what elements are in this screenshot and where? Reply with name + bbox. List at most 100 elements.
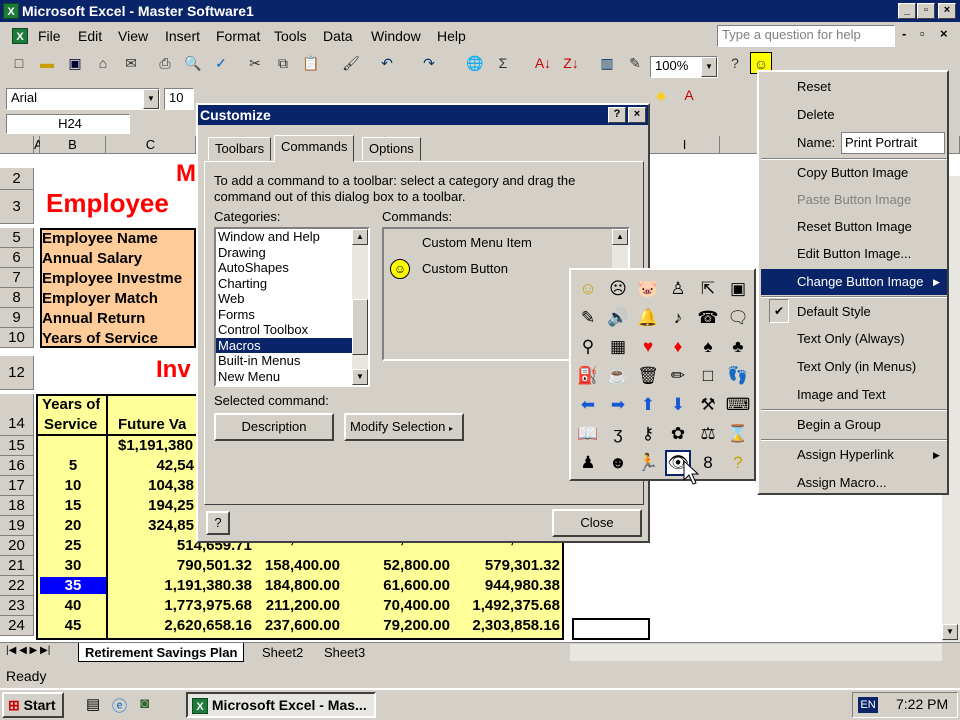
fire-hose-icon[interactable]: ⛽	[575, 363, 601, 389]
dialog-close-icon[interactable]: ×	[628, 107, 646, 123]
save-arrow-icon[interactable]: ▣	[725, 276, 751, 302]
tab-sheet2[interactable]: Sheet2	[262, 645, 303, 660]
col-header-b[interactable]: B	[40, 136, 106, 154]
year-cell[interactable]: 15	[40, 497, 106, 514]
chevron-down-icon[interactable]: ▼	[701, 57, 717, 77]
size-select[interactable]: 10	[164, 88, 194, 110]
menu-help[interactable]: Help	[437, 28, 466, 44]
club-icon[interactable]: ♣	[725, 334, 751, 360]
hourglass-icon[interactable]: ⌛	[725, 421, 751, 447]
future-cell[interactable]: 104,38	[108, 477, 194, 494]
row-header[interactable]: 12	[0, 356, 34, 390]
category-item[interactable]: Web	[216, 291, 368, 307]
new-icon[interactable]: □	[8, 52, 30, 74]
maximize-button[interactable]: ▫	[917, 3, 935, 19]
category-item[interactable]: New Menu	[216, 369, 368, 385]
row-header[interactable]: 14	[0, 394, 34, 436]
row-header[interactable]: 3	[0, 190, 34, 224]
row-header[interactable]: 10	[0, 328, 34, 348]
row-header[interactable]: 2	[0, 168, 34, 190]
menu-insert[interactable]: Insert	[165, 28, 200, 44]
undo-icon[interactable]: ↶	[376, 52, 398, 74]
row-header[interactable]: 7	[0, 268, 34, 288]
redo-icon[interactable]: ↷	[418, 52, 440, 74]
row-header[interactable]: 21	[0, 556, 34, 576]
person-icon[interactable]: ♟	[575, 450, 601, 476]
frown-icon[interactable]: ☹	[605, 276, 631, 302]
task-excel[interactable]: X Microsoft Excel - Mas...	[186, 692, 376, 718]
paste-icon[interactable]: 📋	[300, 52, 322, 74]
start-button[interactable]: ⊞ Start	[2, 692, 64, 718]
row-header[interactable]: 5	[0, 228, 34, 248]
spelling-icon[interactable]: ✓	[210, 52, 232, 74]
col-d-cell[interactable]: 211,200.00	[254, 597, 340, 614]
category-item[interactable]: Drawing	[216, 245, 368, 261]
year-cell-selected[interactable]: 35	[40, 577, 106, 594]
scales-icon[interactable]: ⚖	[695, 421, 721, 447]
select-all-corner[interactable]	[0, 136, 34, 154]
pencil-icon[interactable]: ✏	[665, 363, 691, 389]
horizontal-scrollbar[interactable]	[570, 644, 942, 661]
drawing-icon[interactable]: ✎	[624, 52, 646, 74]
row-header[interactable]: 8	[0, 288, 34, 308]
scroll-down-icon[interactable]: ▼	[352, 369, 368, 385]
key-icon[interactable]: ⚷	[635, 421, 661, 447]
phone-icon[interactable]: ☎	[695, 305, 721, 331]
year-cell[interactable]: 20	[40, 517, 106, 534]
category-item[interactable]: Forms	[216, 307, 368, 323]
wrench-icon[interactable]: ✎	[575, 305, 601, 331]
speaker-icon[interactable]: 🔊	[605, 305, 631, 331]
category-item-selected[interactable]: Macros	[216, 337, 352, 353]
menu-text-only-always[interactable]: Text Only (Always)	[761, 326, 947, 352]
tab-options[interactable]: Options	[362, 137, 421, 161]
bubble-icon[interactable]: 🗨	[725, 305, 751, 331]
heart-icon[interactable]: ♥	[635, 334, 661, 360]
active-cell-h24[interactable]	[572, 618, 650, 640]
spade-icon[interactable]: ♠	[695, 334, 721, 360]
trash-icon[interactable]: 🗑	[635, 363, 661, 389]
future-cell[interactable]: 194,25	[108, 497, 194, 514]
smiley-icon[interactable]: ☺	[575, 276, 601, 302]
future-cell[interactable]: 42,54	[108, 457, 194, 474]
tab-toolbars[interactable]: Toolbars	[208, 137, 272, 161]
sort-asc-icon[interactable]: A↓	[532, 52, 554, 74]
arrow-right-icon[interactable]: ➡	[605, 392, 631, 418]
export-icon[interactable]: ⇱	[695, 276, 721, 302]
menu-reset-button-image[interactable]: Reset Button Image	[761, 214, 947, 240]
future-cell[interactable]: 1,773,975.68	[108, 597, 252, 614]
close-button[interactable]: ×	[938, 3, 956, 19]
chevron-down-icon[interactable]: ▼	[143, 89, 159, 109]
col-f-cell[interactable]: 1,492,375.68	[452, 597, 560, 614]
save-icon[interactable]: ▣	[64, 52, 86, 74]
category-item[interactable]: Window and Help	[216, 229, 368, 245]
scroll-down-icon[interactable]: ▼	[942, 624, 958, 640]
tab-commands[interactable]: Commands	[274, 135, 355, 162]
categories-scrollbar[interactable]: ▲ ▼	[352, 229, 368, 385]
faucet-icon[interactable]: ⚲	[575, 334, 601, 360]
autosum-icon[interactable]: Σ	[492, 52, 514, 74]
calculator-icon[interactable]: ▦	[605, 334, 631, 360]
future-cell[interactable]: 790,501.32	[108, 557, 252, 574]
keyboard-icon[interactable]: ⌨	[725, 392, 751, 418]
row-header[interactable]: 9	[0, 308, 34, 328]
zoom-select[interactable]: 100% ▼	[650, 56, 718, 78]
note-icon[interactable]: ♪	[665, 305, 691, 331]
category-item[interactable]: Control Toolbox	[216, 322, 368, 338]
modify-selection-button[interactable]: Modify Selection ▸	[344, 413, 464, 441]
doc-min-icon[interactable]: -	[902, 26, 906, 41]
year-cell[interactable]: 25	[40, 537, 106, 554]
help-icon[interactable]: ?	[206, 511, 230, 535]
menu-change-button-image[interactable]: Change Button Image ▶	[761, 269, 947, 295]
row-header[interactable]: 19	[0, 516, 34, 536]
row-header[interactable]: 16	[0, 456, 34, 476]
print-icon[interactable]: ⎙	[154, 52, 176, 74]
year-cell[interactable]: 10	[40, 477, 106, 494]
scroll-thumb[interactable]	[352, 299, 368, 355]
scroll-up-icon[interactable]: ▲	[352, 229, 368, 245]
doc-close-icon[interactable]: ×	[940, 26, 948, 41]
row-header[interactable]: 18	[0, 496, 34, 516]
bottle-icon[interactable]: ♙	[665, 276, 691, 302]
description-button[interactable]: Description	[214, 413, 334, 441]
col-f-cell[interactable]: 944,980.38	[452, 577, 560, 594]
col-f-cell[interactable]: 579,301.32	[452, 557, 560, 574]
